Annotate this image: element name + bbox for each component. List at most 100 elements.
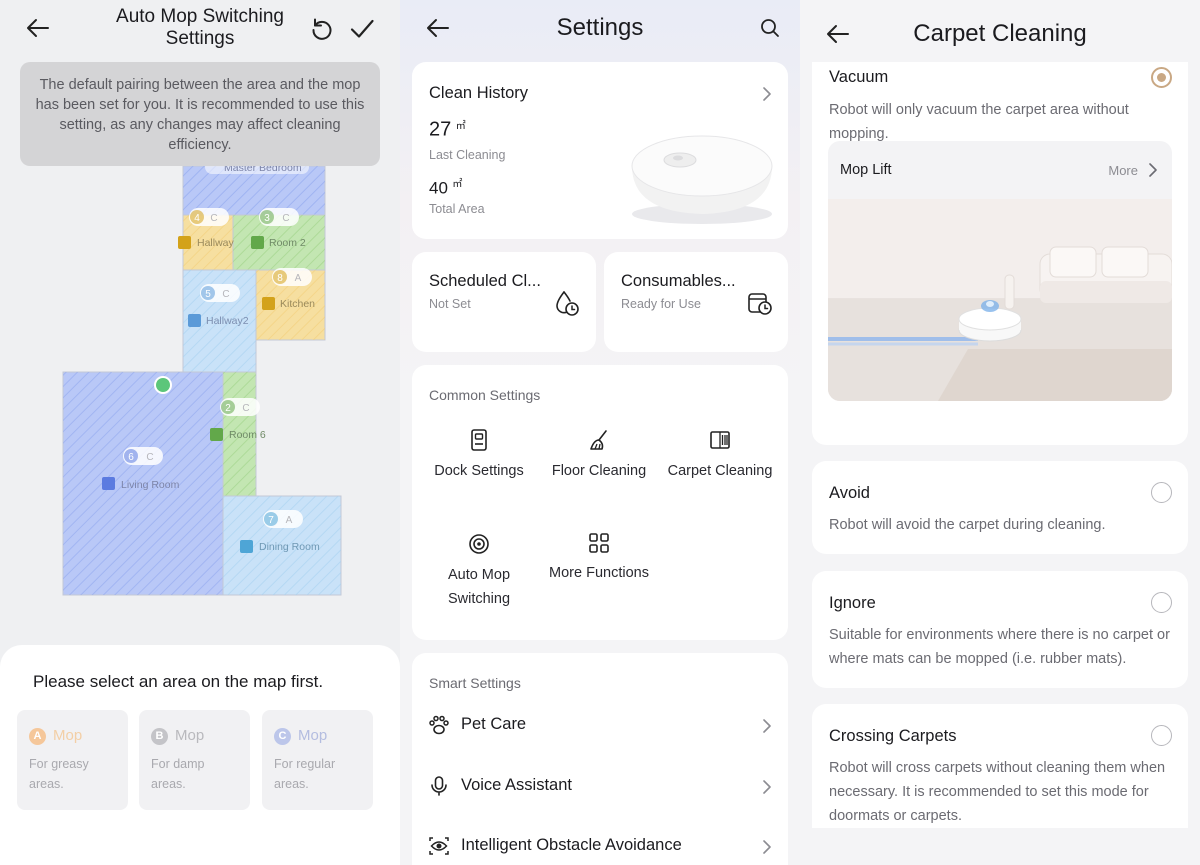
more-functions-label: More Functions: [549, 565, 649, 581]
last-cleaning-stat: 27 ㎡: [429, 117, 466, 141]
mop-label: Mop: [175, 727, 205, 744]
room-name: Master Bedroom: [224, 166, 302, 174]
chevron-right-icon: [763, 780, 771, 794]
vacuum-option-card[interactable]: Vacuum Robot will only vacuum the carpet…: [812, 40, 1188, 445]
mop-lift-illustration: [828, 199, 1172, 401]
svg-text:C: C: [242, 403, 249, 414]
room-name: Hallway: [197, 237, 235, 249]
svg-text:6: 6: [128, 452, 134, 463]
mop-description: For greasy areas.: [29, 757, 89, 791]
paw-icon: [429, 715, 449, 735]
total-area-value: 40: [429, 178, 448, 198]
back-arrow-icon[interactable]: [24, 14, 52, 42]
clean-history-card[interactable]: Clean History 27 ㎡ Last Cleaning 40 ㎡ To…: [412, 62, 788, 239]
more-functions-item[interactable]: More Functions: [539, 532, 659, 585]
scheduled-cleaning-card[interactable]: Scheduled Cl... Not Set: [412, 252, 596, 352]
auto-mop-switching-item[interactable]: Auto Mop Switching: [419, 532, 539, 611]
svg-text:C: C: [146, 452, 153, 463]
page-title: Settings: [556, 14, 644, 41]
mop-selection-sheet: Please select an area on the map first. …: [0, 645, 400, 865]
mop-lift-more-link[interactable]: More: [1108, 163, 1138, 178]
crossing-carpets-option-description: Robot will cross carpets without cleanin…: [829, 760, 1166, 824]
chevron-right-icon: [763, 719, 771, 733]
voice-assistant-row[interactable]: Voice Assistant: [412, 764, 788, 810]
carpet-cleaning-item[interactable]: Carpet Cleaning: [660, 428, 780, 483]
floor-map[interactable]: Master Bedroom 4 C Hallway 3 C Room 2 8 …: [0, 160, 400, 636]
floor-cleaning-item[interactable]: Floor Cleaning: [539, 428, 659, 483]
mop-a-card[interactable]: A Mop For greasy areas.: [17, 710, 128, 810]
ignore-option-card[interactable]: Ignore Suitable for environments where t…: [812, 571, 1188, 688]
consumables-title: Consumables...: [621, 272, 736, 290]
header: Auto Mop Switching Settings: [0, 0, 400, 60]
mop-lift-panel: Mop Lift More: [828, 141, 1172, 401]
dock-icon: [471, 429, 487, 451]
mop-description: For damp areas.: [151, 757, 205, 791]
carpet-icon: [710, 431, 730, 449]
vacuum-radio[interactable]: [1151, 67, 1172, 88]
auto-mop-switching-panel: Auto Mop Switching Settings Master Bedro…: [0, 0, 400, 865]
svg-text:C: C: [222, 289, 229, 300]
page-title: Carpet Cleaning: [913, 20, 1087, 47]
ignore-radio[interactable]: [1151, 592, 1172, 613]
smart-settings-title: Smart Settings: [429, 675, 521, 691]
search-icon[interactable]: [760, 18, 780, 38]
mop-c-card[interactable]: C Mop For regular areas.: [262, 710, 373, 810]
bottom-fade: [800, 828, 1200, 865]
room-label-master-bedroom: Master Bedroom: [205, 160, 309, 174]
confirm-check-icon[interactable]: [349, 16, 375, 42]
svg-text:4: 4: [194, 213, 200, 224]
crossing-carpets-radio[interactable]: [1151, 725, 1172, 746]
pet-care-label: Pet Care: [461, 715, 527, 733]
ignore-option-title: Ignore: [829, 594, 876, 612]
mop-label: Mop: [298, 727, 328, 744]
mop-lift-label: Mop Lift: [840, 162, 892, 178]
common-settings-card: Common Settings Dock Settings Floor Clea…: [412, 365, 788, 640]
svg-text:5: 5: [205, 289, 211, 300]
room-name: Room 2: [269, 237, 306, 249]
room-name: Living Room: [121, 479, 180, 491]
broom-icon: [590, 430, 607, 450]
mop-b-card[interactable]: B Mop For damp areas.: [139, 710, 250, 810]
mop-badge: B: [151, 728, 168, 745]
total-area-label: Total Area: [429, 202, 485, 216]
dock-settings-item[interactable]: Dock Settings: [419, 428, 539, 483]
mop-switch-icon: [469, 534, 489, 554]
page-title: Auto Mop Switching Settings: [116, 6, 284, 49]
pairing-notice: The default pairing between the area and…: [20, 62, 380, 166]
consumables-timer-icon: [748, 293, 772, 315]
mop-label: Mop: [53, 727, 83, 744]
vacuum-option-title: Vacuum: [829, 68, 889, 86]
room-name: Room 6: [229, 429, 266, 441]
room-name: Hallway2: [206, 315, 249, 327]
settings-panel: Settings Clean History 27 ㎡ Last Cleanin…: [400, 0, 800, 865]
scheduled-title: Scheduled Cl...: [429, 272, 541, 290]
svg-text:A: A: [295, 273, 302, 284]
chevron-right-icon[interactable]: [1148, 163, 1158, 177]
reset-icon[interactable]: [309, 16, 335, 42]
floor-cleaning-label: Floor Cleaning: [551, 463, 647, 479]
mop-badge: A: [29, 728, 46, 745]
scheduled-status: Not Set: [429, 297, 471, 311]
svg-text:7: 7: [268, 515, 274, 526]
crossing-carpets-option-title: Crossing Carpets: [829, 727, 957, 745]
pet-care-row[interactable]: Pet Care: [412, 703, 788, 749]
crossing-carpets-option-card[interactable]: Crossing Carpets Robot will cross carpet…: [812, 704, 1188, 844]
avoid-radio[interactable]: [1151, 482, 1172, 503]
dock-marker-icon: [154, 376, 172, 394]
grid-icon: [589, 533, 609, 553]
svg-text:3: 3: [264, 213, 270, 224]
clean-history-title: Clean History: [429, 84, 529, 102]
dock-settings-label: Dock Settings: [434, 463, 524, 479]
svg-text:C: C: [210, 213, 217, 224]
eye-icon: [429, 837, 449, 855]
svg-text:C: C: [282, 213, 289, 224]
avoid-option-card[interactable]: Avoid Robot will avoid the carpet during…: [812, 461, 1188, 554]
obstacle-avoidance-row[interactable]: Intelligent Obstacle Avoidance: [412, 824, 788, 865]
sheet-title: Please select an area on the map first.: [33, 672, 324, 691]
total-area-stat: 40 ㎡: [429, 175, 462, 198]
ignore-option-description: Suitable for environments where there is…: [829, 627, 1170, 667]
consumables-card[interactable]: Consumables... Ready for Use: [604, 252, 788, 352]
mop-description: For regular areas.: [274, 757, 336, 791]
svg-text:2: 2: [225, 403, 231, 414]
smart-settings-card: Smart Settings Pet Care Voice Assistant …: [412, 653, 788, 865]
